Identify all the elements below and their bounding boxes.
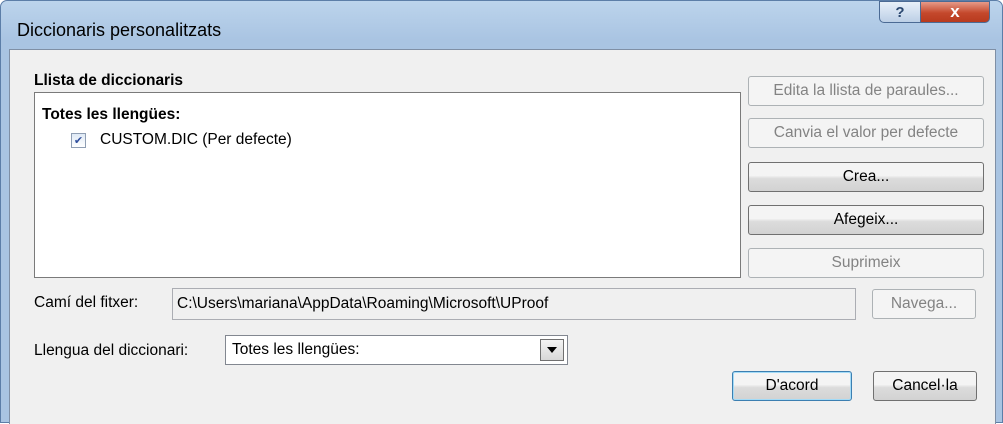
close-button[interactable]: x	[920, 1, 990, 23]
add-button[interactable]: Afegeix...	[748, 205, 984, 235]
dictionary-list-label: Llista de diccionaris	[34, 72, 184, 89]
file-path-field[interactable]: C:\Users\mariana\AppData\Roaming\Microso…	[172, 288, 856, 320]
change-default-button[interactable]: Canvia el valor per defecte	[748, 118, 984, 148]
help-button[interactable]: ?	[879, 1, 921, 23]
language-value: Totes les llengües:	[232, 341, 360, 358]
group-header: Totes les llengües:	[42, 106, 181, 123]
edit-word-list-button[interactable]: Edita la llista de paraules...	[748, 76, 984, 106]
checkmark-icon: ✔	[73, 134, 84, 147]
browse-button[interactable]: Navega...	[872, 289, 976, 319]
language-select[interactable]: Totes les llengües:	[225, 335, 568, 365]
cancel-button[interactable]: Cancel·la	[873, 371, 977, 401]
list-item-label: CUSTOM.DIC (Per defecte)	[100, 131, 292, 148]
remove-button[interactable]: Suprimeix	[748, 248, 984, 278]
file-path-label: Camí del fitxer:	[34, 294, 139, 311]
window-title: Diccionaris personalitzats	[17, 20, 222, 40]
dialog-window: Diccionaris personalitzats ? x Llista de…	[0, 0, 1003, 424]
language-label: Llengua del diccionari:	[34, 342, 189, 359]
ok-button[interactable]: D'acord	[732, 371, 852, 401]
list-item[interactable]: ✔ CUSTOM.DIC (Per defecte)	[71, 131, 292, 149]
create-button[interactable]: Crea...	[748, 162, 984, 192]
dialog-body: Llista de diccionaris Totes les llengües…	[9, 49, 996, 424]
dictionary-checkbox[interactable]: ✔	[71, 132, 86, 148]
dictionary-listbox[interactable]: Totes les llengües: ✔ CUSTOM.DIC (Per de…	[34, 92, 741, 278]
chevron-down-icon[interactable]	[540, 339, 564, 361]
